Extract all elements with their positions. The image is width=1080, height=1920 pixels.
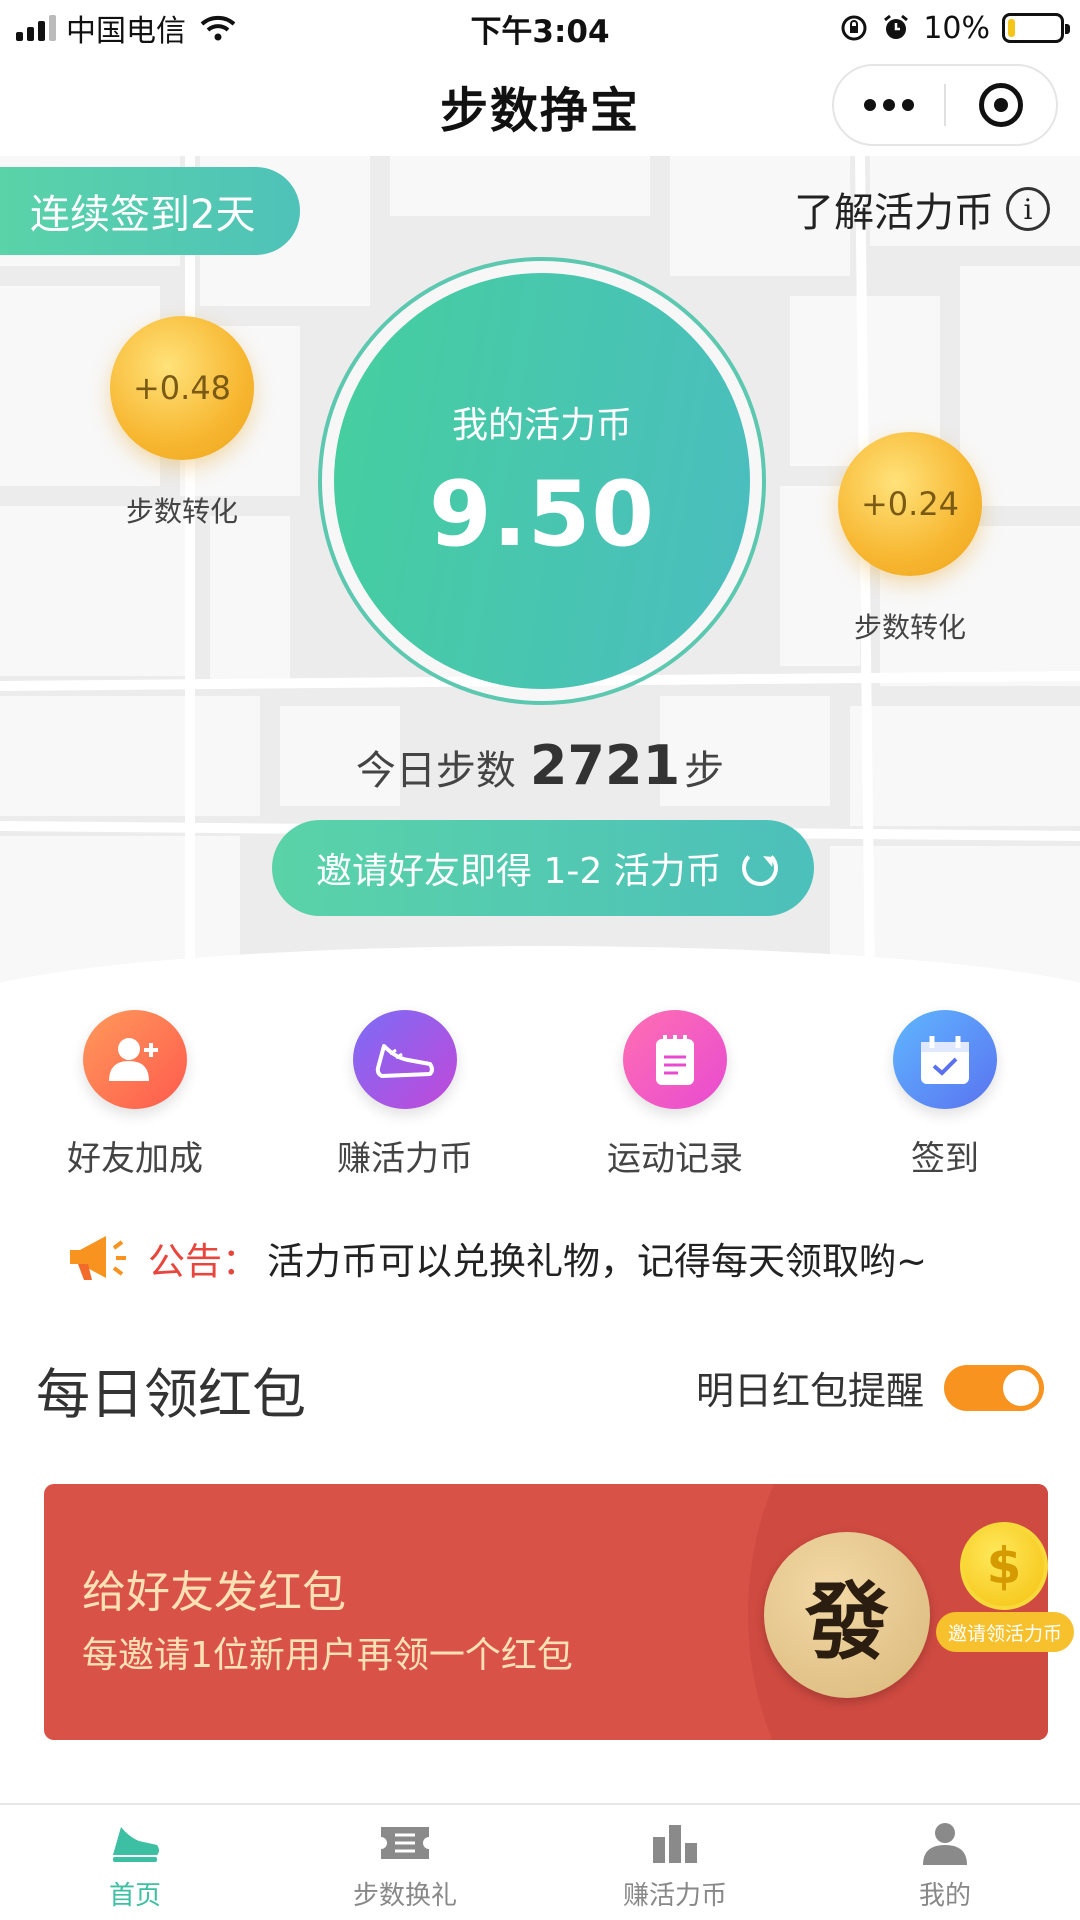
tab-bar: 首页 步数换礼 赚活力币 我的 [0, 1803, 1080, 1920]
feature-signin[interactable]: 签到 [810, 1010, 1080, 1180]
about-coins-link[interactable]: 了解活力币 i [794, 180, 1050, 238]
step-coin-left[interactable]: +0.48 [110, 316, 254, 460]
reminder-label: 明日红包提醒 [695, 1369, 924, 1413]
step-coin-right[interactable]: +0.24 [838, 432, 982, 576]
open-packet-button[interactable]: 發 [764, 1532, 930, 1698]
tab-earn-coins[interactable]: 赚活力币 [540, 1805, 810, 1920]
ticket-icon [379, 1819, 431, 1867]
close-button[interactable] [946, 66, 1056, 144]
packet-subtitle: 每邀请1位新用户再领一个红包 [82, 1635, 573, 1676]
notice-text: 活力币可以兑换礼物，记得每天领取哟~ [267, 1240, 928, 1283]
feature-label: 运动记录 [607, 1139, 743, 1179]
more-button[interactable] [834, 66, 944, 144]
promo-tag[interactable]: 邀请领活力币 [936, 1612, 1075, 1652]
invite-label: 邀请好友即得 1-2 活力币 [316, 851, 722, 892]
feature-exercise-record[interactable]: 运动记录 [540, 1010, 810, 1180]
about-coins-label: 了解活力币 [794, 190, 994, 236]
step-coin-right-label: 步数转化 [853, 611, 966, 644]
steps-value: 2721 [529, 734, 681, 797]
feature-label: 签到 [911, 1139, 979, 1179]
sneaker-icon [353, 1010, 457, 1109]
tab-label: 首页 [108, 1881, 161, 1911]
shoe-icon [109, 1819, 161, 1867]
notice-bar[interactable]: 公告： 活力币可以兑换礼物，记得每天领取哟~ [64, 1230, 927, 1286]
calendar-check-icon [893, 1010, 997, 1109]
tab-home[interactable]: 首页 [0, 1805, 270, 1920]
feature-label: 好友加成 [67, 1139, 203, 1179]
signin-badge[interactable]: 连续签到2天 [0, 167, 300, 255]
page-title: 步数挣宝 [439, 83, 640, 139]
notice-prefix: 公告： [148, 1240, 259, 1283]
bar-chart-icon [649, 1819, 701, 1867]
steps-unit: 步 [684, 748, 725, 794]
red-packet-card[interactable]: 给好友发红包 每邀请1位新用户再领一个红包 發 [44, 1484, 1048, 1740]
tab-label: 我的 [918, 1881, 971, 1911]
balance-circle: 我的活力币 9.50 [334, 273, 750, 689]
balance-label: 我的活力币 [451, 404, 632, 446]
mini-program-capsule [832, 64, 1058, 146]
feature-earn-coins[interactable]: 赚活力币 [270, 1010, 540, 1180]
notepad-icon [623, 1010, 727, 1109]
feature-friend-bonus[interactable]: 好友加成 [0, 1010, 270, 1180]
user-icon [919, 1819, 971, 1867]
tab-label: 赚活力币 [622, 1881, 727, 1911]
dot-icon [902, 99, 914, 111]
tab-steps-gift[interactable]: 步数换礼 [270, 1805, 540, 1920]
status-time: 下午3:04 [470, 13, 610, 50]
feature-grid: 好友加成 赚活力币 运动记录 签到 [0, 1010, 1080, 1180]
tab-mine[interactable]: 我的 [810, 1805, 1080, 1920]
hero-panel: 连续签到2天 了解活力币 i +0.48 步数转化 +0.24 步数转化 我的活… [0, 156, 1080, 986]
title-bar: 步数挣宝 [0, 56, 1080, 156]
reminder-toggle[interactable] [944, 1364, 1044, 1411]
share-refresh-icon [742, 850, 778, 886]
dollar-coin-icon[interactable]: $ [960, 1522, 1048, 1610]
reminder-row: 明日红包提醒 [696, 1360, 1044, 1415]
info-icon: i [1006, 187, 1050, 231]
tab-label: 步数换礼 [352, 1881, 457, 1911]
megaphone-icon [70, 1236, 126, 1280]
balance-value: 9.50 [428, 461, 656, 567]
dot-icon [883, 99, 895, 111]
target-icon [979, 83, 1023, 127]
invite-friends-button[interactable]: 邀请好友即得 1-2 活力币 [272, 820, 814, 916]
balance-ring: 我的活力币 9.50 [318, 257, 766, 705]
battery-icon [1002, 13, 1070, 43]
today-steps: 今日步数 2721 步 [0, 734, 1080, 797]
dot-icon [864, 99, 876, 111]
add-friend-icon [83, 1010, 187, 1109]
feature-label: 赚活力币 [337, 1139, 473, 1179]
steps-prefix: 今日步数 [355, 748, 516, 794]
section-title: 每日领红包 [36, 1363, 306, 1426]
packet-title: 给好友发红包 [82, 1567, 346, 1618]
status-bar: 中国电信 下午3:04 10% [0, 0, 1080, 56]
step-coin-left-label: 步数转化 [125, 495, 238, 528]
